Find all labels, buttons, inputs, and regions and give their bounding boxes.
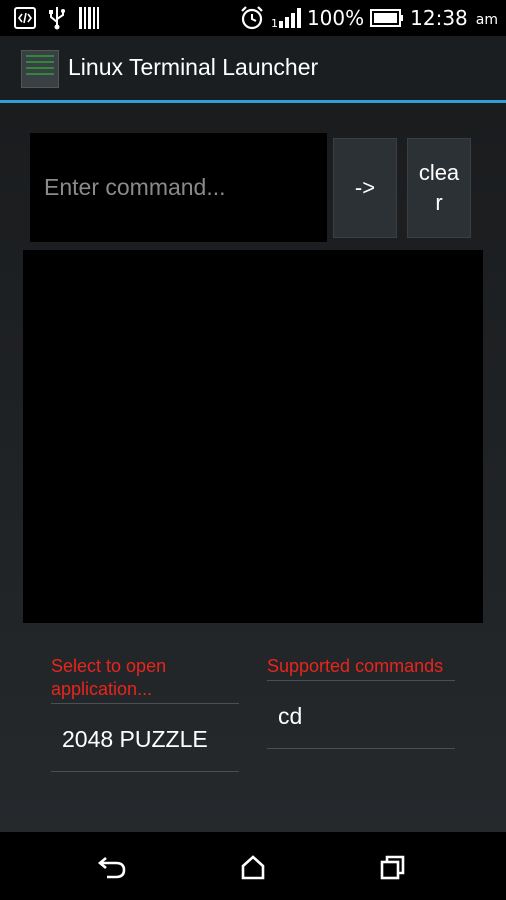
action-bar: Linux Terminal Launcher <box>0 36 506 103</box>
clear-button[interactable]: clear <box>407 138 471 238</box>
recent-apps-icon <box>380 855 405 880</box>
status-bar: 1 100% 12:38 am <box>0 0 506 36</box>
app-icon <box>21 50 59 88</box>
back-button[interactable] <box>95 850 129 884</box>
run-command-button[interactable]: -> <box>333 138 397 238</box>
developer-mode-icon <box>14 7 36 29</box>
back-icon <box>97 857 126 879</box>
main-content: -> clear Select to open application... 2… <box>0 103 506 832</box>
commands-spinner[interactable]: Supported commands cd <box>267 655 455 749</box>
app-title: Linux Terminal Launcher <box>68 54 319 80</box>
recent-apps-button[interactable] <box>376 850 410 884</box>
commands-spinner-label: Supported commands <box>267 655 455 681</box>
terminal-output <box>23 250 483 623</box>
clock-ampm: am <box>475 12 498 28</box>
status-system: 1 100% 12:38 am <box>239 4 498 32</box>
clock-time: 12:38 <box>410 6 468 30</box>
battery-percentage: 100% <box>306 6 365 30</box>
application-spinner-label: Select to open application... <box>51 655 239 704</box>
home-icon <box>241 855 265 880</box>
command-input[interactable] <box>30 133 327 242</box>
commands-spinner-value[interactable]: cd <box>267 681 455 749</box>
usb-icon <box>49 7 65 30</box>
home-button[interactable] <box>236 850 270 884</box>
barcode-icon <box>79 7 99 29</box>
application-spinner-value[interactable]: 2048 PUZZLE <box>51 704 239 772</box>
signal-icon: 1 <box>271 8 301 29</box>
alarm-icon <box>241 6 263 30</box>
navigation-bar <box>0 832 506 900</box>
application-spinner[interactable]: Select to open application... 2048 PUZZL… <box>51 655 239 772</box>
svg-text:1: 1 <box>271 17 278 29</box>
battery-icon <box>370 9 404 27</box>
status-notifications <box>14 6 100 30</box>
